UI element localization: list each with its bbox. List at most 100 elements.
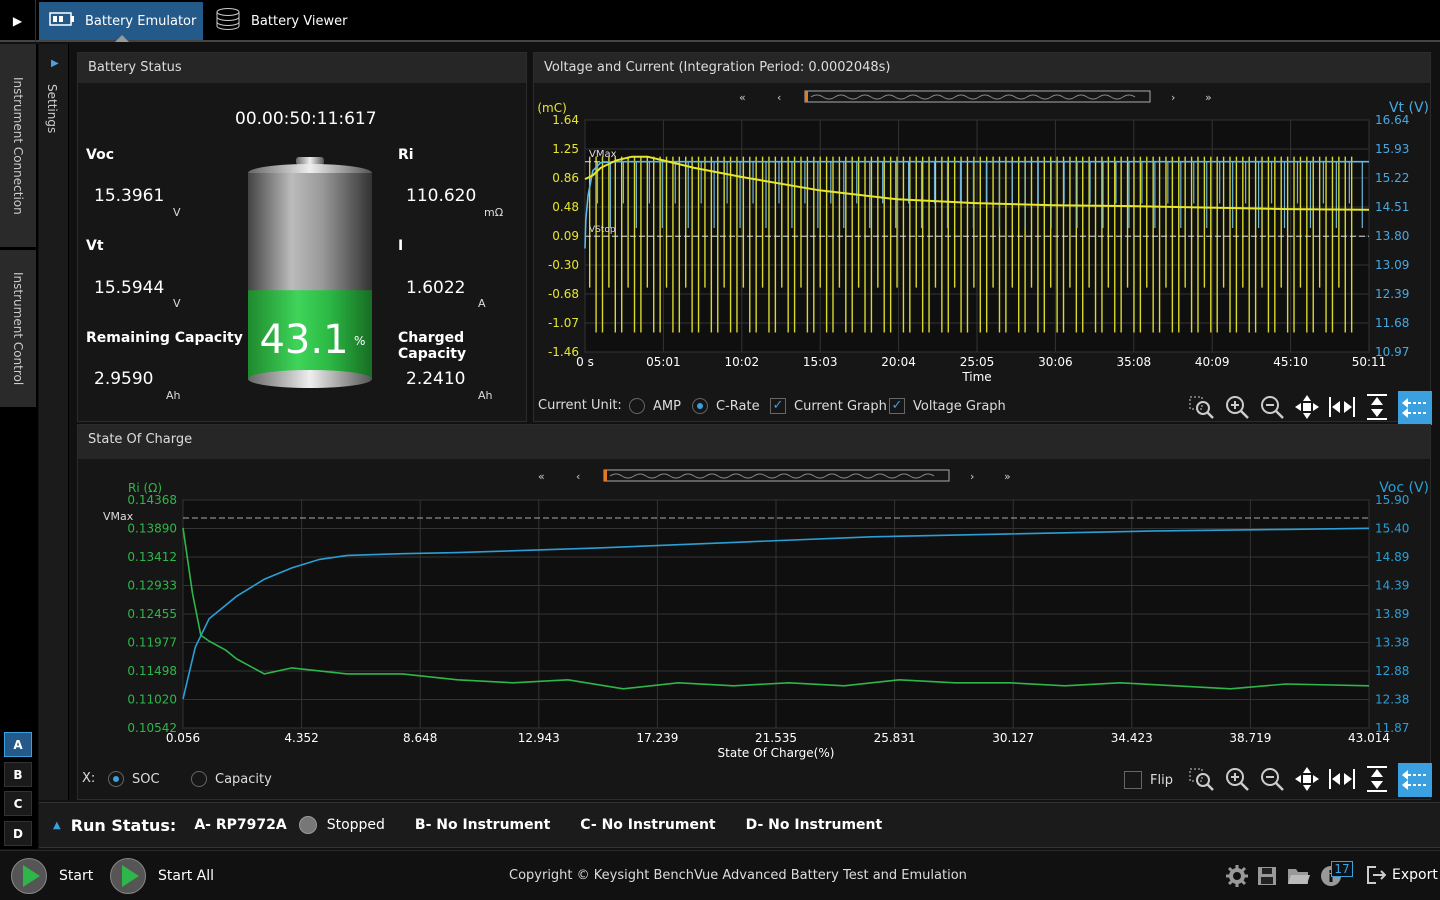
voltage-current-chart[interactable]: 0 s 05:01 10:02 15:03 20:04 25:05 30:06 35:08 40…: [533, 93, 1431, 393]
radio-icon: [629, 398, 645, 414]
tab-battery-emulator[interactable]: Battery Emulator: [39, 2, 203, 42]
top-tab-bar: ▶ Battery Emulator Battery Viewer: [0, 0, 1440, 42]
sidebar-item-instrument-connection[interactable]: Instrument Connection: [0, 44, 36, 248]
vt-value: 15.5944: [94, 278, 165, 298]
y-left-axis-title: Ri (Ω): [128, 481, 162, 495]
fit-vertical-icon[interactable]: [1363, 765, 1391, 793]
export-button[interactable]: Export: [1366, 865, 1438, 885]
channel-d-button[interactable]: D: [4, 821, 32, 846]
y-right-tick-label: 14.51: [1375, 200, 1409, 214]
y-right-tick-label: 14.89: [1375, 550, 1409, 564]
chart-toolbar: [1188, 763, 1432, 797]
fit-vertical-icon[interactable]: [1363, 393, 1391, 421]
voltage-graph-label: Voltage Graph: [913, 398, 1006, 414]
tab-label: Battery Emulator: [85, 13, 197, 29]
soc-radio[interactable]: SOC: [108, 771, 160, 787]
checkmark-icon: ✓: [770, 398, 786, 414]
voc-label: Voc: [86, 147, 114, 163]
y-left-axis-title: I (mC): [533, 101, 567, 115]
start-all-button[interactable]: Start All: [110, 858, 214, 894]
x-tick-label: 25.831: [874, 731, 916, 745]
x-tick-label: 4.352: [284, 731, 318, 745]
pan-icon[interactable]: [1398, 763, 1432, 797]
current-graph-checkbox[interactable]: ✓ Current Graph: [770, 398, 887, 414]
start-all-label: Start All: [158, 868, 215, 884]
channel-a-button[interactable]: A: [4, 732, 32, 757]
zoom-region-icon[interactable]: [1188, 393, 1216, 421]
y-right-tick-label: 13.09: [1375, 258, 1409, 272]
x-tick-label: 20:04: [881, 355, 916, 369]
sidebar-item-instrument-control[interactable]: Instrument Control: [0, 250, 36, 408]
gear-icon[interactable]: [1226, 865, 1248, 891]
channel-b-button[interactable]: B: [4, 762, 32, 787]
y-left-tick-label: 0.12933: [127, 579, 177, 593]
vmax-annotation: VMax: [589, 149, 617, 160]
y-right-tick-label: 12.88: [1375, 664, 1409, 678]
x-tick-label: 30:06: [1038, 355, 1073, 369]
panel-title: State Of Charge: [78, 425, 1430, 459]
notification-badge[interactable]: 17: [1331, 861, 1353, 877]
checkbox-icon: [1124, 771, 1142, 789]
crate-radio[interactable]: C-Rate: [692, 398, 760, 414]
zoom-out-icon[interactable]: [1258, 765, 1286, 793]
y-right-tick-label: 13.38: [1375, 636, 1409, 650]
zoom-out-icon[interactable]: [1258, 393, 1286, 421]
fit-all-icon[interactable]: [1293, 393, 1321, 421]
capacity-radio[interactable]: Capacity: [191, 771, 272, 787]
voltage-graph-checkbox[interactable]: ✓ Voltage Graph: [889, 398, 1006, 414]
elapsed-timer: 00.00:50:11:617: [235, 109, 377, 129]
y-right-tick-label: 15.22: [1375, 171, 1409, 185]
fit-horizontal-icon[interactable]: [1328, 765, 1356, 793]
database-icon: [215, 7, 241, 35]
voc-value: 15.3961: [94, 186, 165, 206]
state-of-charge-chart[interactable]: 0.056 4.352 8.648 12.943 17.239 21.535 25.831 3…: [77, 474, 1431, 764]
save-icon[interactable]: [1258, 867, 1276, 889]
crate-label: C-Rate: [716, 398, 760, 414]
x-tick-label: 35:08: [1117, 355, 1152, 369]
remaining-capacity-unit: Ah: [166, 389, 181, 402]
panel-title: Battery Status: [78, 53, 526, 83]
channel-b-instrument: B- No Instrument: [414, 817, 551, 833]
flip-label: Flip: [1150, 772, 1173, 788]
y-left-tick-label: 0.13890: [127, 522, 177, 536]
soc-percent-unit: %: [354, 334, 365, 348]
radio-icon: [108, 771, 124, 787]
amp-radio[interactable]: AMP: [629, 398, 681, 414]
tab-battery-viewer[interactable]: Battery Viewer: [205, 2, 370, 40]
flip-checkbox[interactable]: Flip: [1124, 771, 1173, 789]
charged-capacity-value: 2.2410: [406, 369, 466, 389]
zoom-in-icon[interactable]: [1223, 393, 1251, 421]
expand-arrow-icon[interactable]: ▶: [0, 0, 36, 42]
y-right-tick-label: 15.93: [1375, 142, 1409, 156]
settings-drawer[interactable]: ▶ Settings: [39, 44, 69, 800]
y-left-tick-label: 0.10542: [127, 721, 177, 735]
soc-percent-text: 43.1: [259, 317, 348, 363]
x-axis-label: X:: [82, 771, 96, 786]
x-tick-label: 34.423: [1111, 731, 1153, 745]
expand-settings-icon[interactable]: ▶: [51, 58, 59, 69]
current-graph-label: Current Graph: [794, 398, 887, 414]
chart-toolbar: [1188, 391, 1432, 425]
export-label: Export: [1392, 867, 1438, 883]
sidebar-label: Instrument Connection: [11, 76, 25, 215]
y-left-tick-label: -0.30: [548, 258, 579, 272]
y-left-tick-label: 0.11977: [127, 636, 177, 650]
vt-unit: V: [173, 297, 181, 310]
x-tick-label: 40:09: [1195, 355, 1230, 369]
ri-label: Ri: [398, 147, 414, 163]
start-label: Start: [59, 868, 94, 884]
zoom-in-icon[interactable]: [1223, 765, 1251, 793]
zoom-region-icon[interactable]: [1188, 765, 1216, 793]
channel-c-button[interactable]: C: [4, 791, 32, 816]
collapse-arrow-icon[interactable]: ▲: [53, 820, 61, 831]
start-button[interactable]: Start: [11, 858, 93, 894]
fit-all-icon[interactable]: [1293, 765, 1321, 793]
x-axis-title: Time: [961, 370, 991, 384]
pan-icon[interactable]: [1398, 391, 1432, 425]
settings-label: Settings: [45, 84, 59, 134]
open-folder-icon[interactable]: [1288, 867, 1310, 889]
y-left-tick-label: 0.09: [552, 229, 579, 243]
amp-label: AMP: [653, 398, 681, 414]
fit-horizontal-icon[interactable]: [1328, 393, 1356, 421]
current-label: I: [398, 238, 404, 254]
